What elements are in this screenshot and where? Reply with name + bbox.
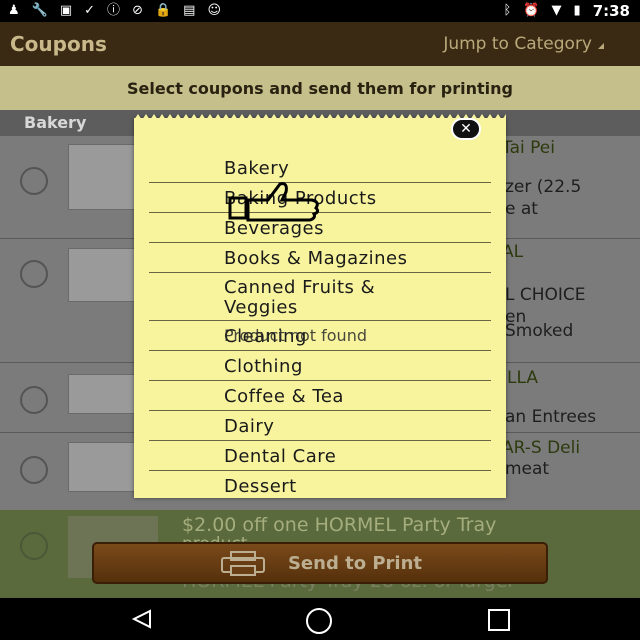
coupon-desc: e at bbox=[505, 199, 538, 219]
send-to-print-label: Send to Print bbox=[287, 552, 423, 574]
divider bbox=[149, 350, 491, 351]
lock-icon: 🔒 bbox=[154, 3, 172, 18]
bluetooth-icon: ᛒ bbox=[503, 3, 512, 18]
photo-icon: ▤ bbox=[183, 3, 196, 18]
status-time: 7:38 bbox=[592, 2, 630, 20]
toast-message: Product not found bbox=[224, 326, 367, 345]
action-bar: Coupons Jump to Category bbox=[0, 22, 640, 66]
coupon-radio[interactable] bbox=[20, 386, 48, 414]
back-icon[interactable] bbox=[130, 609, 154, 629]
divider bbox=[149, 242, 491, 243]
status-left-icons: ♟ 🔧 ▣ ✓ ⓘ ⊘ 🔒 ▤ ☺ bbox=[8, 2, 221, 20]
home-icon[interactable] bbox=[306, 608, 332, 634]
coupon-desc: Smoked bbox=[505, 321, 574, 341]
coupon-title: ILLA bbox=[502, 368, 538, 388]
coupon-radio[interactable] bbox=[20, 532, 48, 560]
divider bbox=[149, 410, 491, 411]
instruction-banner: Select coupons and send them for printin… bbox=[0, 66, 640, 110]
divider bbox=[149, 272, 491, 273]
android-icon: ☺ bbox=[207, 3, 222, 18]
category-item-dental-care[interactable]: Dental Care bbox=[224, 446, 336, 467]
close-icon[interactable]: ✕ bbox=[451, 118, 481, 140]
coupon-radio[interactable] bbox=[20, 260, 48, 288]
divider bbox=[149, 320, 491, 321]
category-item-coffee-tea[interactable]: Coffee & Tea bbox=[224, 386, 344, 407]
coupon-desc: meat bbox=[505, 459, 550, 479]
tiktok-like-icon: ✓ bbox=[84, 3, 96, 18]
battery-icon: ▮ bbox=[573, 3, 581, 18]
wrench-icon: 🔧 bbox=[31, 3, 48, 18]
divider bbox=[149, 380, 491, 381]
status-right-icons: ᛒ ⏰ ▼ ▮ 7:38 bbox=[504, 2, 630, 20]
coupon-desc: an Entrees bbox=[505, 407, 597, 427]
thumbs-up-icon bbox=[228, 182, 320, 222]
divider bbox=[149, 440, 491, 441]
no-signal-icon: ⊘ bbox=[132, 3, 143, 18]
status-bar: ♟ 🔧 ▣ ✓ ⓘ ⊘ 🔒 ▤ ☺ ᛒ ⏰ ▼ ▮ 7:38 bbox=[0, 0, 640, 22]
navigation-bar bbox=[0, 598, 640, 640]
coupon-desc: zer (22.5 bbox=[505, 177, 582, 197]
coupon-desc: L CHOICE bbox=[505, 285, 586, 305]
category-item-dessert[interactable]: Dessert bbox=[224, 476, 297, 497]
category-item-books-magazines[interactable]: Books & Magazines bbox=[224, 248, 407, 269]
printer-icon bbox=[220, 551, 265, 576]
send-to-print-button[interactable]: Send to Print bbox=[92, 542, 548, 584]
info-icon: ⓘ bbox=[107, 3, 121, 18]
alarm-icon: ⏰ bbox=[523, 3, 540, 18]
popup-wavy-edge bbox=[134, 114, 506, 120]
page-title: Coupons bbox=[10, 32, 107, 56]
coupon-title: Tai Pei bbox=[502, 138, 555, 158]
person-icon: ♟ bbox=[8, 3, 20, 18]
jump-to-category-button[interactable]: Jump to Category bbox=[443, 34, 592, 54]
category-popup: ✕ Bakery Baking Products Beverages Books… bbox=[134, 114, 506, 498]
dropdown-corner-icon bbox=[598, 43, 604, 49]
category-item-clothing[interactable]: Clothing bbox=[224, 356, 303, 377]
category-item-bakery[interactable]: Bakery bbox=[224, 158, 289, 179]
recents-icon[interactable] bbox=[488, 609, 510, 631]
category-item-canned-fruits-veggies[interactable]: Canned Fruits & Veggies bbox=[224, 278, 454, 318]
coupon-radio[interactable] bbox=[20, 456, 48, 484]
coupon-radio[interactable] bbox=[20, 167, 48, 195]
wifi-icon: ▼ bbox=[551, 3, 562, 18]
coupon-title: $2.00 off one HORMEL Party Tray bbox=[182, 514, 497, 536]
image-icon: ▣ bbox=[59, 3, 73, 18]
coupon-title: AR-S Deli bbox=[502, 438, 581, 458]
divider bbox=[149, 470, 491, 471]
category-item-dairy[interactable]: Dairy bbox=[224, 416, 274, 437]
